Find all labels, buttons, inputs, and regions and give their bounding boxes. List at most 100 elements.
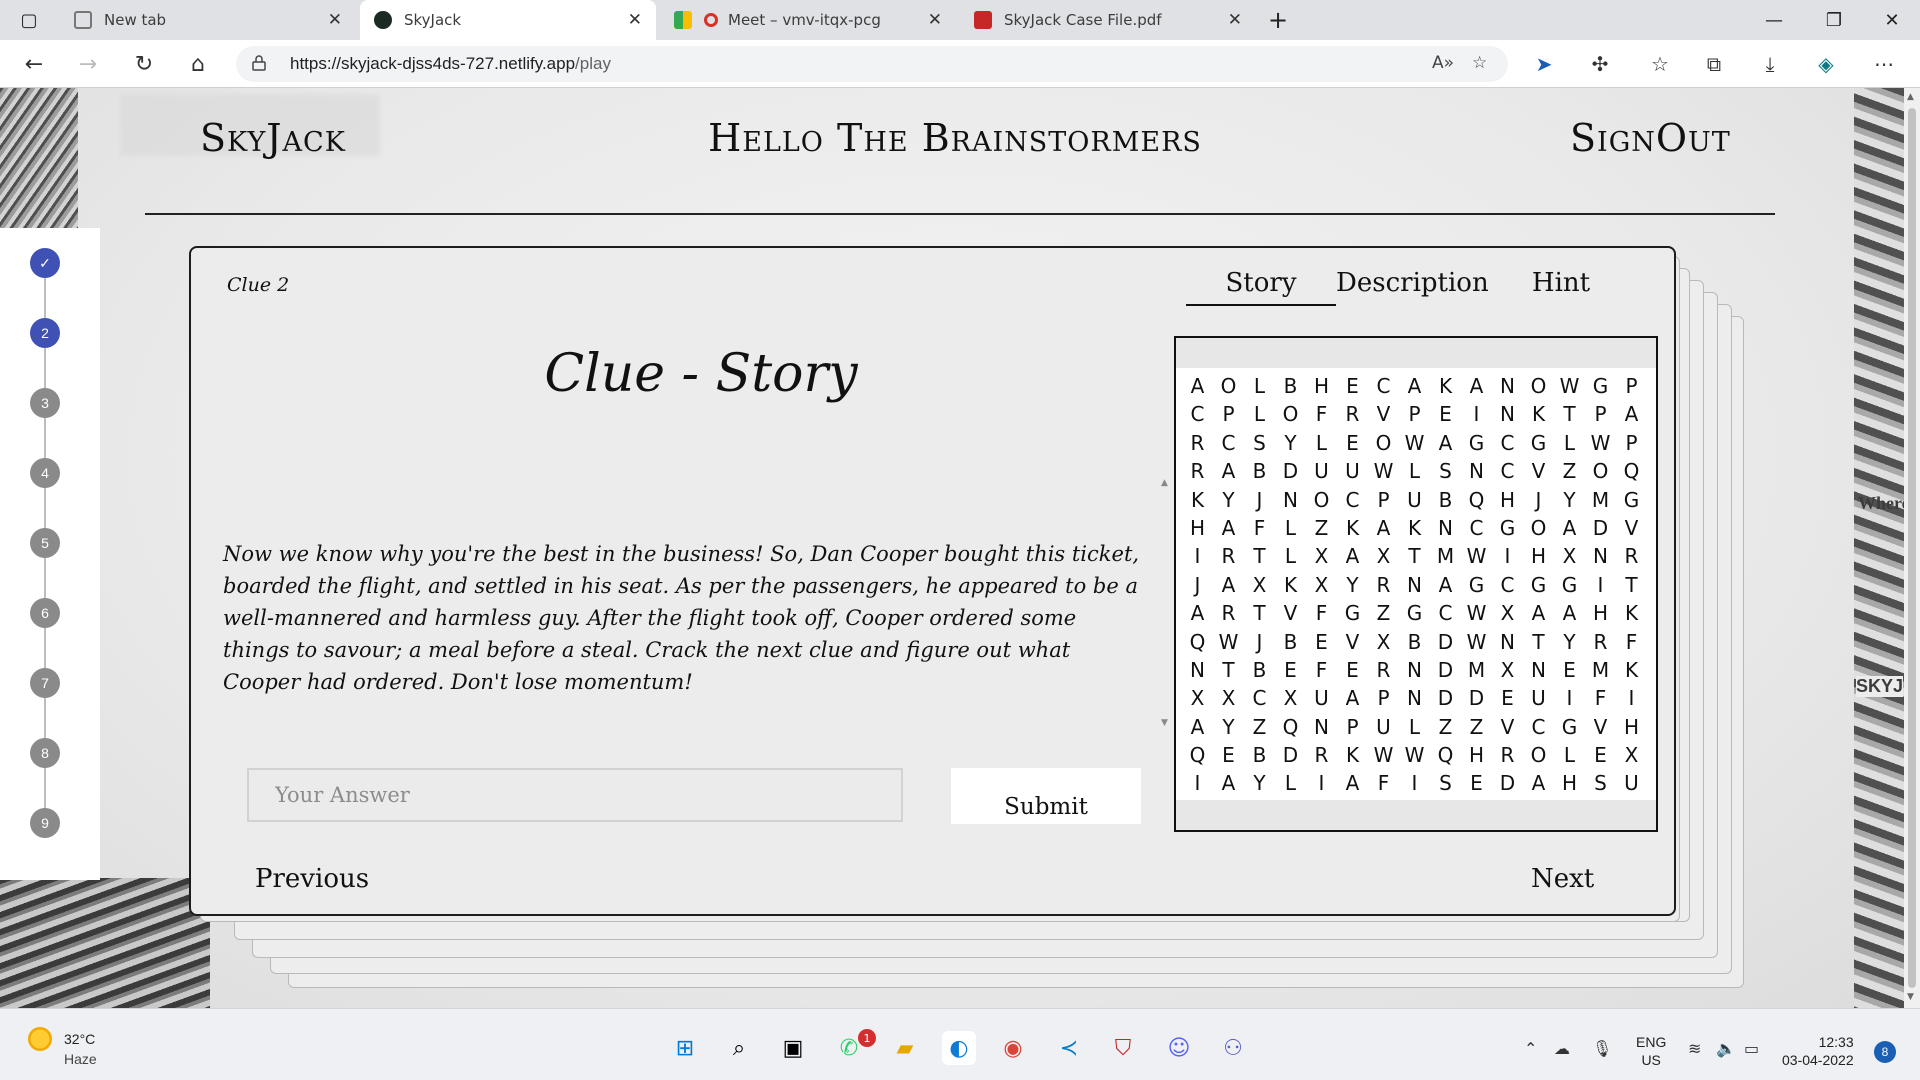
- task-view-icon[interactable]: ▣: [776, 1031, 810, 1065]
- puzzle-letter: Z: [1469, 714, 1484, 739]
- weather-description[interactable]: Haze: [64, 1051, 97, 1067]
- puzzle-letter: K: [1407, 515, 1422, 540]
- puzzle-letter: A: [1345, 771, 1360, 796]
- back-arrow-icon[interactable]: ←: [18, 48, 50, 80]
- windows-taskbar: 32°C Haze ⊞ ⌕ ▣ ✆ 1 ▰ ◐ ◉ ≺ ⛉ ☺ ⚇ ⌃ ☁ 🎙 …: [0, 1008, 1920, 1080]
- clue-card: Clue 2 Clue - Story Now we know why you'…: [189, 246, 1676, 916]
- mcafee-icon[interactable]: ⛉: [1106, 1031, 1140, 1065]
- step-1-done[interactable]: ✓: [30, 248, 60, 278]
- home-icon[interactable]: ⌂: [182, 48, 214, 80]
- profile-avatar-icon[interactable]: ◈: [1812, 50, 1840, 78]
- close-icon[interactable]: ✕: [928, 10, 942, 30]
- lock-icon[interactable]: [252, 55, 266, 71]
- input-language[interactable]: ENG US: [1636, 1033, 1666, 1069]
- puzzle-letter: C: [1345, 487, 1360, 512]
- tray-chevron-icon[interactable]: ⌃: [1524, 1039, 1537, 1058]
- site-logo[interactable]: SkyJack: [200, 116, 346, 160]
- favorites-icon[interactable]: ☆: [1646, 50, 1674, 78]
- step-5[interactable]: 5: [30, 528, 60, 558]
- puzzle-letter: O: [1375, 430, 1392, 455]
- tab-new-tab[interactable]: New tab ✕: [60, 0, 356, 40]
- start-windows-icon[interactable]: ⊞: [668, 1031, 702, 1065]
- collections-icon[interactable]: ⧉: [1700, 50, 1728, 78]
- wifi-icon[interactable]: ≋: [1688, 1039, 1701, 1058]
- search-icon[interactable]: ⌕: [722, 1031, 756, 1065]
- edge-browser-icon[interactable]: ◐: [942, 1031, 976, 1065]
- restore-icon[interactable]: ❐: [1806, 0, 1862, 40]
- close-icon[interactable]: ✕: [328, 10, 342, 30]
- puzzle-letter: J: [1256, 629, 1263, 654]
- discord-icon[interactable]: ☺: [1162, 1031, 1196, 1065]
- tab-story[interactable]: Story: [1186, 266, 1336, 306]
- downloads-icon[interactable]: ⤓: [1756, 50, 1784, 78]
- puzzle-letter: X: [1252, 572, 1267, 597]
- step-2-current[interactable]: 2: [30, 318, 60, 348]
- tab-actions-icon[interactable]: ▢: [0, 0, 58, 40]
- tab-description[interactable]: Description: [1336, 266, 1489, 306]
- chrome-icon[interactable]: ◉: [996, 1031, 1030, 1065]
- system-clock[interactable]: 12:33 03-04-2022: [1782, 1033, 1854, 1069]
- step-8[interactable]: 8: [30, 738, 60, 768]
- read-aloud-icon[interactable]: A»: [1432, 53, 1454, 73]
- vscode-icon[interactable]: ≺: [1052, 1031, 1086, 1065]
- puzzle-letter: Q: [1189, 629, 1206, 654]
- new-tab-plus-icon[interactable]: +: [1250, 0, 1306, 40]
- puzzle-letter: W: [1559, 374, 1580, 398]
- more-menu-icon[interactable]: ⋯: [1870, 50, 1898, 78]
- extensions-puzzle-icon[interactable]: ✣: [1586, 50, 1614, 78]
- forward-arrow-icon[interactable]: →: [72, 48, 104, 80]
- scroll-down-icon[interactable]: ▼: [1161, 718, 1168, 728]
- tab-title: Meet – vmv-itqx-pcg: [728, 11, 881, 29]
- scrollbar-thumb[interactable]: [1908, 108, 1916, 988]
- microphone-icon[interactable]: 🎙: [1592, 1039, 1612, 1058]
- scroll-up-arrow-icon[interactable]: ▲: [1907, 92, 1914, 102]
- close-icon[interactable]: ✕: [1228, 10, 1242, 30]
- address-bar[interactable]: https://skyjack-djss4ds-727.netlify.app/…: [236, 46, 1508, 82]
- step-connector: [44, 278, 46, 318]
- notification-badge[interactable]: 8: [1874, 1041, 1896, 1063]
- page-scrollbar[interactable]: ▲ ▼: [1904, 88, 1920, 1008]
- weather-sun-icon[interactable]: [28, 1027, 52, 1051]
- address-toolbar: ← → ↻ ⌂ https://skyjack-djss4ds-727.netl…: [0, 40, 1920, 88]
- answer-input[interactable]: [247, 768, 903, 822]
- puzzle-letter: X: [1221, 686, 1236, 711]
- puzzle-letter: F: [1315, 657, 1328, 682]
- clue-number-label: Clue 2: [227, 274, 290, 296]
- puzzle-row: IRTLXAXTMWIHXNR: [1176, 542, 1656, 570]
- step-3[interactable]: 3: [30, 388, 60, 418]
- step-6[interactable]: 6: [30, 598, 60, 628]
- add-favorite-icon[interactable]: ☆: [1472, 53, 1487, 73]
- minimize-icon[interactable]: —: [1746, 0, 1802, 40]
- puzzle-letter: E: [1501, 686, 1514, 711]
- file-explorer-icon[interactable]: ▰: [888, 1031, 922, 1065]
- skyjack-favicon-icon: [374, 11, 392, 29]
- tab-meet[interactable]: Meet – vmv-itqx-pcg ✕: [660, 0, 956, 40]
- window-close-icon[interactable]: ✕: [1864, 0, 1920, 40]
- puzzle-letter: I: [1194, 544, 1201, 569]
- submit-button[interactable]: Submit: [951, 768, 1141, 824]
- step-9[interactable]: 9: [30, 808, 60, 838]
- tab-pdf[interactable]: SkyJack Case File.pdf ✕: [960, 0, 1256, 40]
- weather-temperature[interactable]: 32°C: [64, 1031, 95, 1047]
- extension-arrow-icon[interactable]: ➤: [1530, 50, 1558, 78]
- puzzle-letter: W: [1466, 544, 1487, 569]
- tab-hint[interactable]: Hint: [1486, 266, 1636, 306]
- step-4[interactable]: 4: [30, 458, 60, 488]
- puzzle-letter: R: [1345, 402, 1360, 427]
- onedrive-icon[interactable]: ☁: [1554, 1039, 1570, 1058]
- close-icon[interactable]: ✕: [628, 10, 642, 30]
- previous-button[interactable]: Previous: [255, 864, 369, 894]
- puzzle-row: NTBEFERNDMXNEMK: [1176, 656, 1656, 684]
- puzzle-letter: P: [1222, 402, 1235, 427]
- step-7[interactable]: 7: [30, 668, 60, 698]
- puzzle-letter: N: [1500, 402, 1515, 427]
- battery-icon[interactable]: ▭: [1744, 1039, 1759, 1058]
- reload-icon[interactable]: ↻: [128, 48, 160, 80]
- scroll-up-icon[interactable]: ▲: [1161, 478, 1168, 488]
- next-button[interactable]: Next: [1531, 864, 1594, 894]
- tab-skyjack[interactable]: SkyJack ✕: [360, 0, 656, 40]
- volume-icon[interactable]: 🔈: [1716, 1039, 1736, 1058]
- signout-link[interactable]: SignOut: [1570, 116, 1731, 160]
- scroll-down-arrow-icon[interactable]: ▼: [1907, 992, 1914, 1002]
- teams-icon[interactable]: ⚇: [1216, 1031, 1250, 1065]
